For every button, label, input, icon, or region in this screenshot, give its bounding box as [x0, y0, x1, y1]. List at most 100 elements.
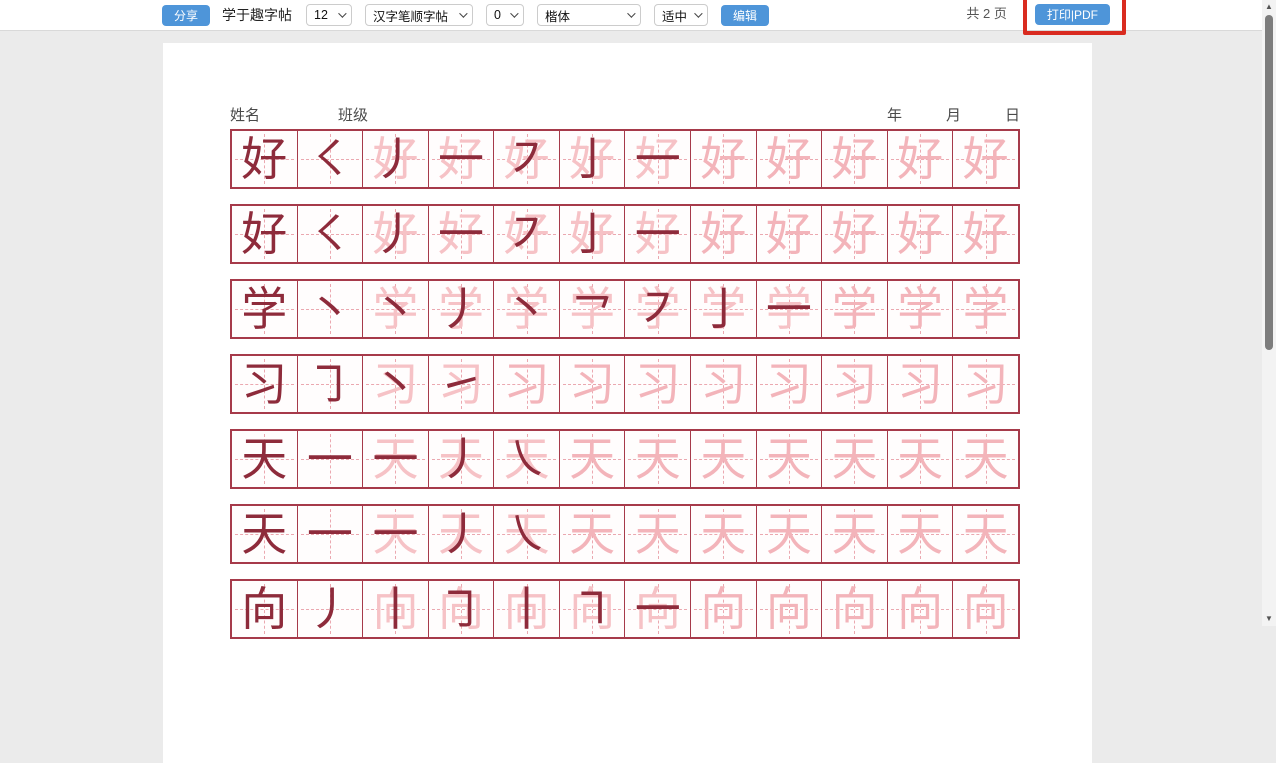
year-label: 年	[887, 104, 902, 125]
grid-cell: 学	[887, 281, 953, 337]
trace-glyph: 习	[691, 356, 756, 412]
grid-cell: 好	[821, 206, 887, 262]
trace-glyph: 好	[822, 131, 887, 187]
trace-glyph: 学	[953, 281, 1018, 337]
stroke-glyph: 丿	[298, 581, 363, 637]
grid-cell: 学亅	[690, 281, 756, 337]
partial-character-glyph: 学	[429, 281, 494, 337]
font-family-select[interactable]: 楷体	[537, 4, 641, 26]
grid-cell: 天	[756, 431, 822, 487]
grid-cell: 天	[952, 506, 1018, 562]
character-glyph: 好	[232, 206, 297, 262]
grid-cell: 一	[297, 431, 363, 487]
grid-cell: 好	[232, 131, 297, 187]
density-select[interactable]: 适中	[654, 4, 708, 26]
trace-glyph: 天	[691, 431, 756, 487]
trace-glyph: 好	[953, 131, 1018, 187]
character-glyph: 习	[232, 356, 297, 412]
partial-character-glyph: 天	[429, 431, 494, 487]
scroll-up-icon[interactable]: ▲	[1262, 0, 1276, 14]
font-size-select[interactable]: 12	[306, 4, 352, 26]
grid-cell: 一	[297, 506, 363, 562]
stroke-glyph: 一	[429, 131, 494, 187]
stroke-glyph: ㇖	[560, 281, 625, 337]
partial-character-glyph: 好	[560, 131, 625, 187]
trace-glyph: 习	[625, 356, 690, 412]
trace-glyph: 向	[888, 581, 953, 637]
stroke-glyph: 一	[625, 581, 690, 637]
chevron-down-icon	[338, 9, 346, 17]
stroke-glyph: ㇀	[429, 356, 494, 412]
grid-cell: 好㇇	[493, 206, 559, 262]
sheet-type-value: 汉字笔顺字帖	[373, 6, 448, 25]
stroke-glyph: 丨	[494, 581, 559, 637]
grid-cell: 习	[690, 356, 756, 412]
trace-glyph: 学	[888, 281, 953, 337]
grid-row: 天一天一天丿天㇏天天天天天天天	[230, 429, 1020, 489]
grid-cell: 学㇖	[559, 281, 625, 337]
stroke-glyph: 一	[298, 506, 363, 562]
stroke-glyph: 亅	[691, 281, 756, 337]
grid-cell: 学	[821, 281, 887, 337]
trace-glyph: 向	[691, 581, 756, 637]
page-count: 共 2 页	[966, 3, 1006, 22]
grid-cell: 天	[821, 506, 887, 562]
character-glyph: 向	[232, 581, 297, 637]
trace-glyph: 天	[888, 431, 953, 487]
grid-cell: 天	[690, 431, 756, 487]
stroke-glyph: ㇕	[560, 581, 625, 637]
stroke-glyph: 丿	[429, 281, 494, 337]
grid-cell: 习	[887, 356, 953, 412]
stroke-glyph: 亅	[560, 131, 625, 187]
partial-character-glyph: 好	[494, 206, 559, 262]
grid-cell: 天	[756, 506, 822, 562]
partial-character-glyph: 向	[363, 581, 428, 637]
grid-cell: 天㇏	[493, 506, 559, 562]
grid-cell: 好	[821, 131, 887, 187]
stroke-glyph: 丨	[363, 581, 428, 637]
partial-character-glyph: 天	[363, 506, 428, 562]
stroke-mode-select[interactable]: 0	[486, 4, 524, 26]
grid-cell: 天丿	[428, 431, 494, 487]
trace-glyph: 好	[888, 131, 953, 187]
partial-character-glyph: 学	[494, 281, 559, 337]
sheet-type-select[interactable]: 汉字笔顺字帖	[365, 4, 473, 26]
chevron-down-icon	[510, 9, 518, 17]
trace-glyph: 向	[953, 581, 1018, 637]
trace-glyph: 天	[757, 506, 822, 562]
print-pdf-button[interactable]: 打印|PDF	[1035, 4, 1110, 25]
partial-character-glyph: 天	[363, 431, 428, 487]
scroll-down-icon[interactable]: ▼	[1262, 612, 1276, 626]
grid-cell: 向丨	[493, 581, 559, 637]
grid-cell: 好一	[428, 206, 494, 262]
stroke-glyph: ㇆	[298, 356, 363, 412]
trace-glyph: 习	[822, 356, 887, 412]
trace-glyph: 天	[822, 506, 887, 562]
grid-cell: 天	[690, 506, 756, 562]
stroke-glyph: 丿	[429, 431, 494, 487]
partial-character-glyph: 天	[494, 431, 559, 487]
trace-glyph: 向	[757, 581, 822, 637]
worksheet-page: 姓名 班级 年 月 日 好㇛好丿好一好㇇好亅好一好好好好好好㇛好丿好一好㇇好亅好…	[163, 43, 1092, 763]
grid-cell: 天㇏	[493, 431, 559, 487]
chevron-down-icon	[459, 9, 467, 17]
trace-glyph: 习	[888, 356, 953, 412]
grid-cell: 好一	[624, 131, 690, 187]
grid-cell: 习	[232, 356, 297, 412]
scrollbar-thumb[interactable]	[1265, 15, 1273, 350]
grid-cell: 好	[690, 206, 756, 262]
edit-button[interactable]: 编辑	[721, 5, 769, 26]
trace-glyph: 天	[953, 506, 1018, 562]
stroke-glyph: 丶	[494, 281, 559, 337]
share-button[interactable]: 分享	[162, 5, 210, 26]
partial-character-glyph: 学	[691, 281, 756, 337]
stroke-glyph: 一	[298, 431, 363, 487]
grid-cell: 向	[690, 581, 756, 637]
partial-character-glyph: 学	[757, 281, 822, 337]
partial-character-glyph: 好	[625, 206, 690, 262]
trace-glyph: 好	[691, 131, 756, 187]
scrollbar[interactable]: ▲ ▼	[1262, 0, 1276, 626]
partial-character-glyph: 好	[363, 206, 428, 262]
grid-cell: 天	[559, 431, 625, 487]
name-label: 姓名	[230, 104, 260, 125]
